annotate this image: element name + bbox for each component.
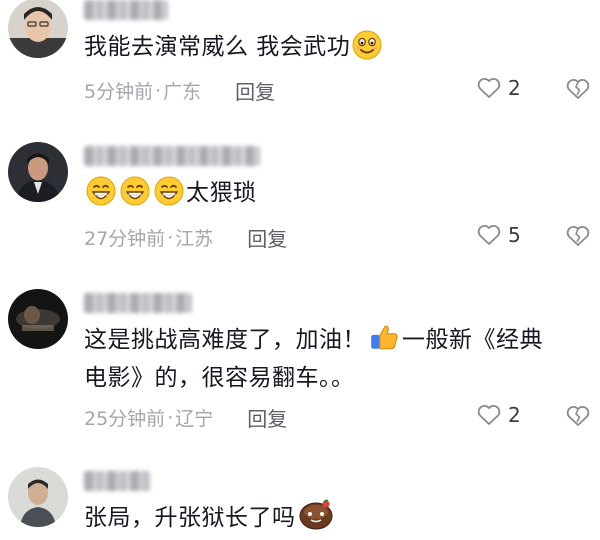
username[interactable] (84, 0, 168, 20)
comment-text-line: 电影》的，很容易翻车。。 (84, 365, 355, 391)
comment-location: 广东 (163, 81, 202, 103)
heart-outline-icon (477, 225, 501, 245)
comment-item: 我能去演常威么 我会武功 5分钟前 · 广东 回复 2 (0, 0, 600, 120)
meta-separator: · (155, 79, 162, 102)
comment-text-line: 这是挑战高难度了，加油！ 一般新《经典 (84, 321, 584, 359)
chocolate-cookie-icon (298, 499, 334, 531)
like-count: 5 (508, 223, 521, 247)
comment-item: 太猥琐 27分钟前 · 江苏 回复 5 (0, 140, 600, 260)
comment-text: 张局，升张狱长了吗 (84, 499, 584, 537)
username[interactable] (84, 146, 260, 166)
broken-heart-icon (566, 406, 590, 426)
comment-item: 这是挑战高难度了，加油！ 一般新《经典 电影》的，很容易翻车。。 25分钟前 · … (0, 285, 600, 445)
like-button[interactable]: 2 (476, 76, 521, 100)
avatar[interactable] (8, 0, 68, 58)
meta-separator: · (167, 226, 174, 249)
comment-text: 这是挑战高难度了，加油！ 一般新《经典 电影》的，很容易翻车。。 (84, 321, 584, 397)
grinning-face-icon (120, 176, 150, 206)
comment-text: 我能去演常威么 我会武功 (84, 28, 584, 66)
smiling-face-icon (352, 30, 382, 60)
meta-separator: · (167, 406, 174, 429)
comment-meta: 25分钟前 · 辽宁 回复 (84, 403, 287, 432)
comment-time: 25分钟前 (84, 408, 166, 430)
grinning-face-icon (86, 176, 116, 206)
dislike-button[interactable] (565, 404, 591, 428)
reply-button[interactable]: 回复 (235, 76, 275, 105)
username[interactable] (84, 471, 150, 491)
comment-item: 张局，升张狱长了吗 (0, 465, 600, 540)
like-count: 2 (508, 76, 521, 100)
avatar[interactable] (8, 142, 68, 202)
dislike-button[interactable] (565, 224, 591, 248)
username[interactable] (84, 293, 192, 313)
dislike-button[interactable] (565, 77, 591, 101)
comment-time: 27分钟前 (84, 228, 166, 250)
broken-heart-icon (566, 79, 590, 99)
comment-text: 太猥琐 (84, 174, 584, 212)
comment-location: 辽宁 (175, 408, 214, 430)
like-button[interactable]: 5 (476, 223, 521, 247)
reply-button[interactable]: 回复 (247, 223, 287, 252)
comment-meta: 5分钟前 · 广东 回复 (84, 76, 275, 105)
grinning-face-icon (154, 176, 184, 206)
avatar[interactable] (8, 289, 68, 349)
comment-meta: 27分钟前 · 江苏 回复 (84, 223, 287, 252)
heart-outline-icon (477, 405, 501, 425)
comment-time: 5分钟前 (84, 81, 154, 103)
heart-outline-icon (477, 78, 501, 98)
like-button[interactable]: 2 (476, 403, 521, 427)
thumbs-up-icon (368, 321, 400, 353)
comment-location: 江苏 (175, 228, 214, 250)
like-count: 2 (508, 403, 521, 427)
broken-heart-icon (566, 226, 590, 246)
reply-button[interactable]: 回复 (247, 403, 287, 432)
avatar[interactable] (8, 467, 68, 527)
